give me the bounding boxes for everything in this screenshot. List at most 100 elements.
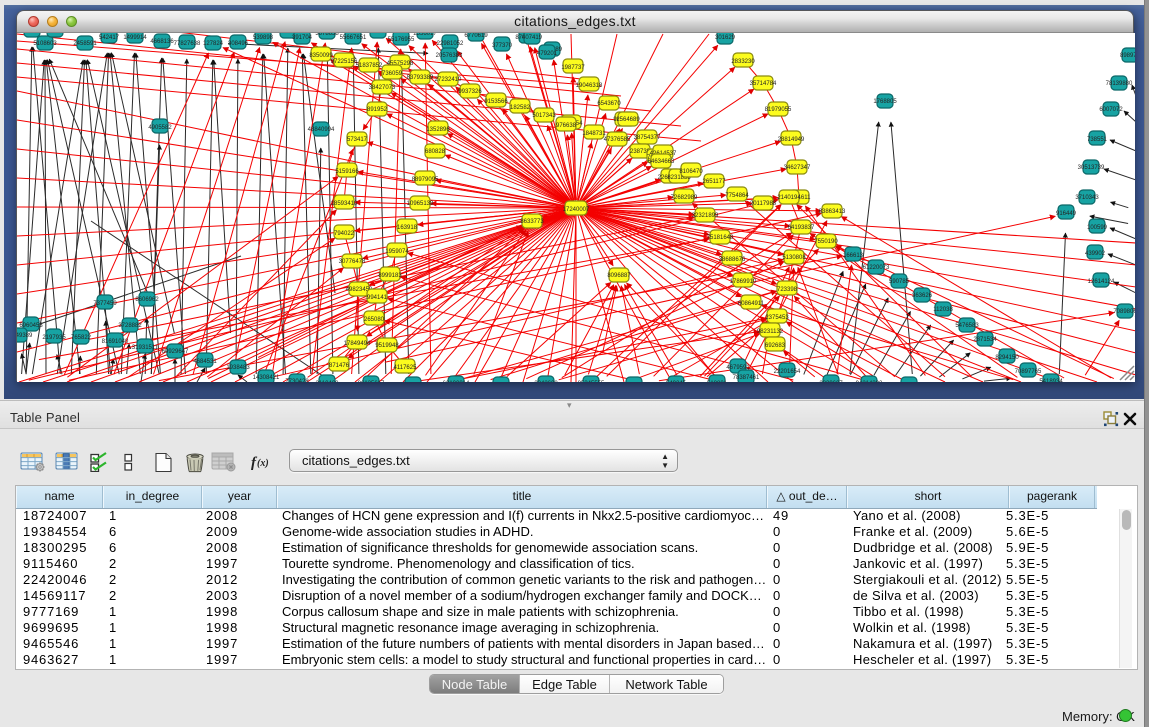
svg-text:2839607: 2839607: [819, 381, 843, 382]
svg-text:64634663: 64634663: [648, 159, 675, 165]
svg-text:28728463: 28728463: [42, 33, 69, 35]
svg-text:301629: 301629: [715, 35, 736, 41]
svg-text:60929647: 60929647: [162, 349, 189, 355]
svg-text:2651177: 2651177: [703, 179, 727, 185]
svg-text:2110460: 2110460: [316, 381, 340, 382]
svg-text:27232410: 27232410: [435, 77, 462, 83]
svg-text:9153566: 9153566: [484, 99, 508, 105]
svg-text:51837852: 51837852: [356, 63, 383, 69]
svg-text:55667651: 55667651: [340, 35, 367, 41]
svg-text:439902: 439902: [1085, 251, 1106, 257]
svg-text:98231132: 98231132: [757, 329, 784, 335]
svg-text:1848731: 1848731: [582, 131, 606, 137]
svg-text:61220073: 61220073: [863, 265, 890, 271]
svg-text:166613: 166613: [843, 253, 864, 259]
svg-text:77827638: 77827638: [174, 41, 201, 47]
svg-text:8294150: 8294150: [995, 355, 1019, 361]
svg-text:407419: 407419: [522, 35, 543, 41]
svg-text:127824: 127824: [203, 41, 224, 47]
svg-text:1768805: 1768805: [873, 99, 897, 105]
svg-text:5130808: 5130808: [782, 255, 806, 261]
svg-text:17240007: 17240007: [563, 207, 590, 213]
svg-text:265080: 265080: [364, 317, 385, 323]
svg-text:2375453: 2375453: [765, 315, 789, 321]
svg-text:891952: 891952: [367, 107, 388, 113]
svg-text:31931511: 31931511: [132, 345, 159, 351]
svg-text:81691040: 81691040: [102, 339, 129, 345]
svg-text:78139880: 78139880: [1106, 81, 1133, 87]
svg-text:4117625: 4117625: [394, 365, 418, 371]
svg-text:916449: 916449: [1056, 211, 1077, 217]
svg-text:994141: 994141: [367, 295, 388, 301]
svg-text:7550190: 7550190: [814, 239, 838, 245]
svg-text:83793389: 83793389: [407, 75, 434, 81]
svg-text:182582: 182582: [510, 105, 531, 111]
svg-text:81979055: 81979055: [765, 107, 792, 113]
svg-text:30776478: 30776478: [339, 259, 366, 265]
svg-text:63100814: 63100814: [443, 381, 470, 382]
svg-text:3678638: 3678638: [315, 33, 339, 37]
svg-text:64193837: 64193837: [788, 225, 815, 231]
svg-text:1987737: 1987737: [561, 65, 585, 71]
svg-text:20576383: 20576383: [436, 53, 463, 59]
svg-text:38427073: 38427073: [369, 85, 396, 91]
svg-text:1959074: 1959074: [385, 249, 409, 255]
svg-text:100599: 100599: [1087, 225, 1108, 231]
svg-text:32321899: 32321899: [692, 213, 719, 219]
svg-text:9519948: 9519948: [375, 343, 399, 349]
svg-text:2833230: 2833230: [731, 59, 755, 65]
svg-text:765822: 765822: [71, 335, 92, 341]
svg-text:34627347: 34627347: [784, 165, 811, 171]
svg-text:8999183: 8999183: [378, 273, 402, 279]
svg-text:38754377: 38754377: [634, 135, 661, 141]
svg-text:363626: 363626: [912, 293, 933, 299]
svg-text:6007072: 6007072: [1099, 107, 1123, 113]
svg-text:1499914: 1499914: [123, 35, 147, 41]
svg-text:28814949: 28814949: [778, 137, 805, 143]
svg-text:72682989: 72682989: [671, 195, 698, 201]
svg-text:736059: 736059: [382, 71, 403, 77]
svg-text:30513739: 30513739: [1078, 165, 1105, 171]
svg-text:85345555: 85345555: [578, 381, 605, 382]
svg-text:898975: 898975: [1120, 53, 1135, 59]
svg-text:7754864: 7754864: [725, 193, 749, 199]
svg-text:871476: 871476: [329, 363, 350, 369]
svg-text:9937326: 9937326: [458, 89, 482, 95]
svg-text:573417: 573417: [347, 137, 368, 143]
svg-text:5159166: 5159166: [335, 169, 359, 175]
svg-text:7377459: 7377459: [93, 301, 117, 307]
svg-text:10965138: 10965138: [407, 201, 434, 207]
svg-text:8106470: 8106470: [679, 169, 703, 175]
svg-text:539898: 539898: [253, 35, 274, 41]
svg-text:94214382: 94214382: [856, 381, 883, 382]
svg-text:2140194: 2140194: [777, 195, 801, 201]
svg-text:6543670: 6543670: [597, 101, 621, 107]
svg-text:4684531: 4684531: [193, 359, 217, 365]
svg-text:3710343: 3710343: [1075, 195, 1099, 201]
svg-text:5108603: 5108603: [33, 41, 57, 47]
svg-text:377370: 377370: [492, 43, 513, 49]
svg-text:542417: 542417: [99, 35, 120, 41]
svg-text:794022: 794022: [334, 231, 355, 237]
svg-text:78387461: 78387461: [733, 375, 760, 381]
svg-text:48840994: 48840994: [308, 127, 335, 133]
svg-text:14308421: 14308421: [253, 375, 280, 381]
svg-text:8096887: 8096887: [607, 273, 631, 279]
svg-text:2197935: 2197935: [42, 335, 66, 341]
svg-text:3728882: 3728882: [118, 323, 142, 329]
svg-text:7089806: 7089806: [1113, 309, 1135, 315]
svg-text:4905582: 4905582: [148, 125, 172, 131]
svg-text:22201654: 22201654: [774, 369, 801, 375]
svg-text:3342608: 3342608: [534, 381, 558, 382]
svg-text:692683: 692683: [765, 343, 786, 349]
svg-text:2871534: 2871534: [973, 337, 997, 343]
svg-text:4668136: 4668136: [150, 39, 174, 45]
svg-text:1352896: 1352896: [426, 127, 450, 133]
svg-text:3608513: 3608513: [366, 33, 390, 35]
svg-text:5476583: 5476583: [955, 323, 979, 329]
svg-text:8633773: 8633773: [520, 219, 544, 225]
svg-text:590785: 590785: [889, 279, 910, 285]
svg-text:35714784: 35714784: [750, 81, 777, 87]
svg-text:55176955: 55176955: [388, 37, 415, 43]
svg-text:18593410: 18593410: [331, 201, 358, 207]
